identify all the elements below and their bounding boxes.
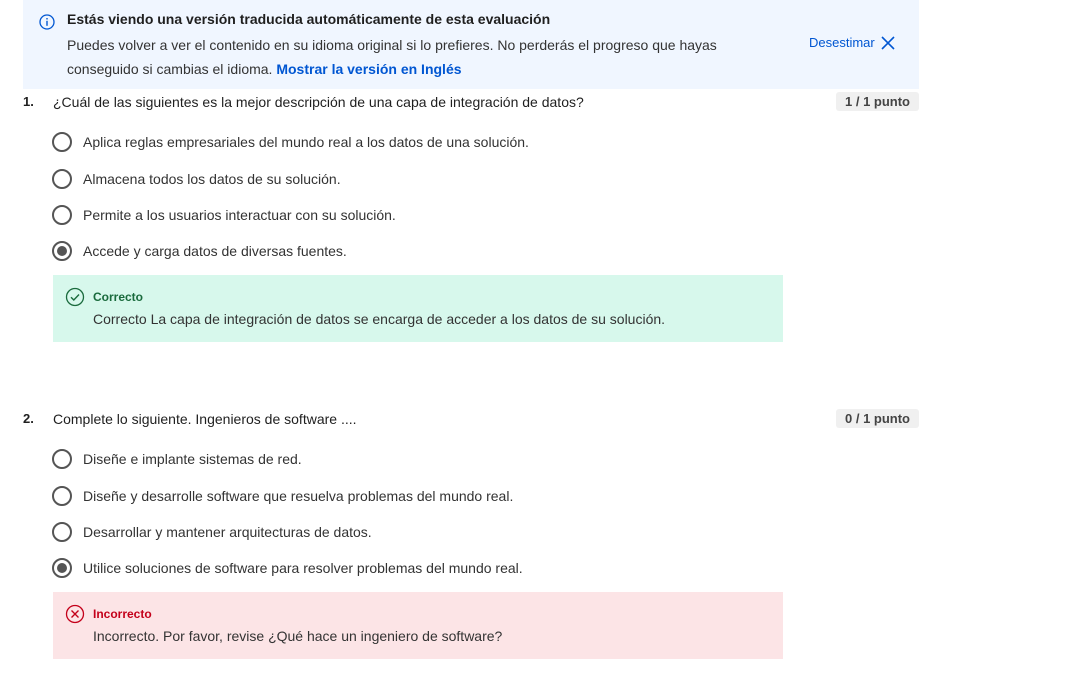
close-icon xyxy=(881,35,895,50)
answer-option[interactable]: Aplica reglas empresariales del mundo re… xyxy=(52,132,529,152)
radio-button[interactable] xyxy=(52,486,72,506)
option-label: Almacena todos los datos de su solución. xyxy=(83,171,341,187)
option-label: Aplica reglas empresariales del mundo re… xyxy=(83,134,529,150)
answer-option[interactable]: Almacena todos los datos de su solución. xyxy=(52,169,341,189)
radio-button[interactable] xyxy=(52,522,72,542)
x-circle-icon xyxy=(65,604,85,624)
banner-title: Estás viendo una versión traducida autom… xyxy=(67,11,551,27)
feedback-correct: Correcto Correcto La capa de integración… xyxy=(53,275,783,342)
banner-text: Puedes volver a ver el contenido en su i… xyxy=(67,33,767,81)
option-label: Diseñe y desarrolle software que resuelv… xyxy=(83,488,514,504)
option-label: Desarrollar y mantener arquitecturas de … xyxy=(83,524,372,540)
answer-option[interactable]: Diseñe y desarrolle software que resuelv… xyxy=(52,486,513,506)
radio-button-selected[interactable] xyxy=(52,558,72,578)
check-circle-icon xyxy=(65,287,85,307)
question-number: 2. xyxy=(23,411,34,426)
translation-banner: Estás viendo una versión traducida autom… xyxy=(23,0,919,89)
answer-option[interactable]: Desarrollar y mantener arquitecturas de … xyxy=(52,522,372,542)
feedback-title: Correcto xyxy=(93,290,144,304)
points-badge: 0 / 1 punto xyxy=(836,409,919,428)
show-english-link[interactable]: Mostrar la versión en Inglés xyxy=(276,61,461,77)
option-label: Permite a los usuarios interactuar con s… xyxy=(83,207,396,223)
feedback-title: Incorrecto xyxy=(93,607,152,621)
points-badge: 1 / 1 punto xyxy=(836,92,919,111)
question-number: 1. xyxy=(23,94,34,109)
question-text: ¿Cuál de las siguientes es la mejor desc… xyxy=(53,94,584,110)
radio-button[interactable] xyxy=(52,449,72,469)
option-label: Diseñe e implante sistemas de red. xyxy=(83,451,302,467)
dismiss-label: Desestimar xyxy=(809,35,875,50)
answer-option[interactable]: Utilice soluciones de software para reso… xyxy=(52,558,523,578)
answer-option[interactable]: Diseñe e implante sistemas de red. xyxy=(52,449,302,469)
answer-option[interactable]: Accede y carga datos de diversas fuentes… xyxy=(52,241,347,261)
radio-button-selected[interactable] xyxy=(52,241,72,261)
option-label: Accede y carga datos de diversas fuentes… xyxy=(83,243,347,259)
radio-button[interactable] xyxy=(52,169,72,189)
feedback-text: Incorrecto. Por favor, revise ¿Qué hace … xyxy=(93,628,503,644)
feedback-text: Correcto La capa de integración de datos… xyxy=(93,311,666,327)
feedback-incorrect: Incorrecto Incorrecto. Por favor, revise… xyxy=(53,592,783,659)
option-label: Utilice soluciones de software para reso… xyxy=(83,560,523,576)
radio-button[interactable] xyxy=(52,205,72,225)
answer-option[interactable]: Permite a los usuarios interactuar con s… xyxy=(52,205,396,225)
question-text: Complete lo siguiente. Ingenieros de sof… xyxy=(53,411,357,427)
info-icon xyxy=(39,14,55,30)
dismiss-button[interactable]: Desestimar xyxy=(809,35,895,50)
radio-button[interactable] xyxy=(52,132,72,152)
